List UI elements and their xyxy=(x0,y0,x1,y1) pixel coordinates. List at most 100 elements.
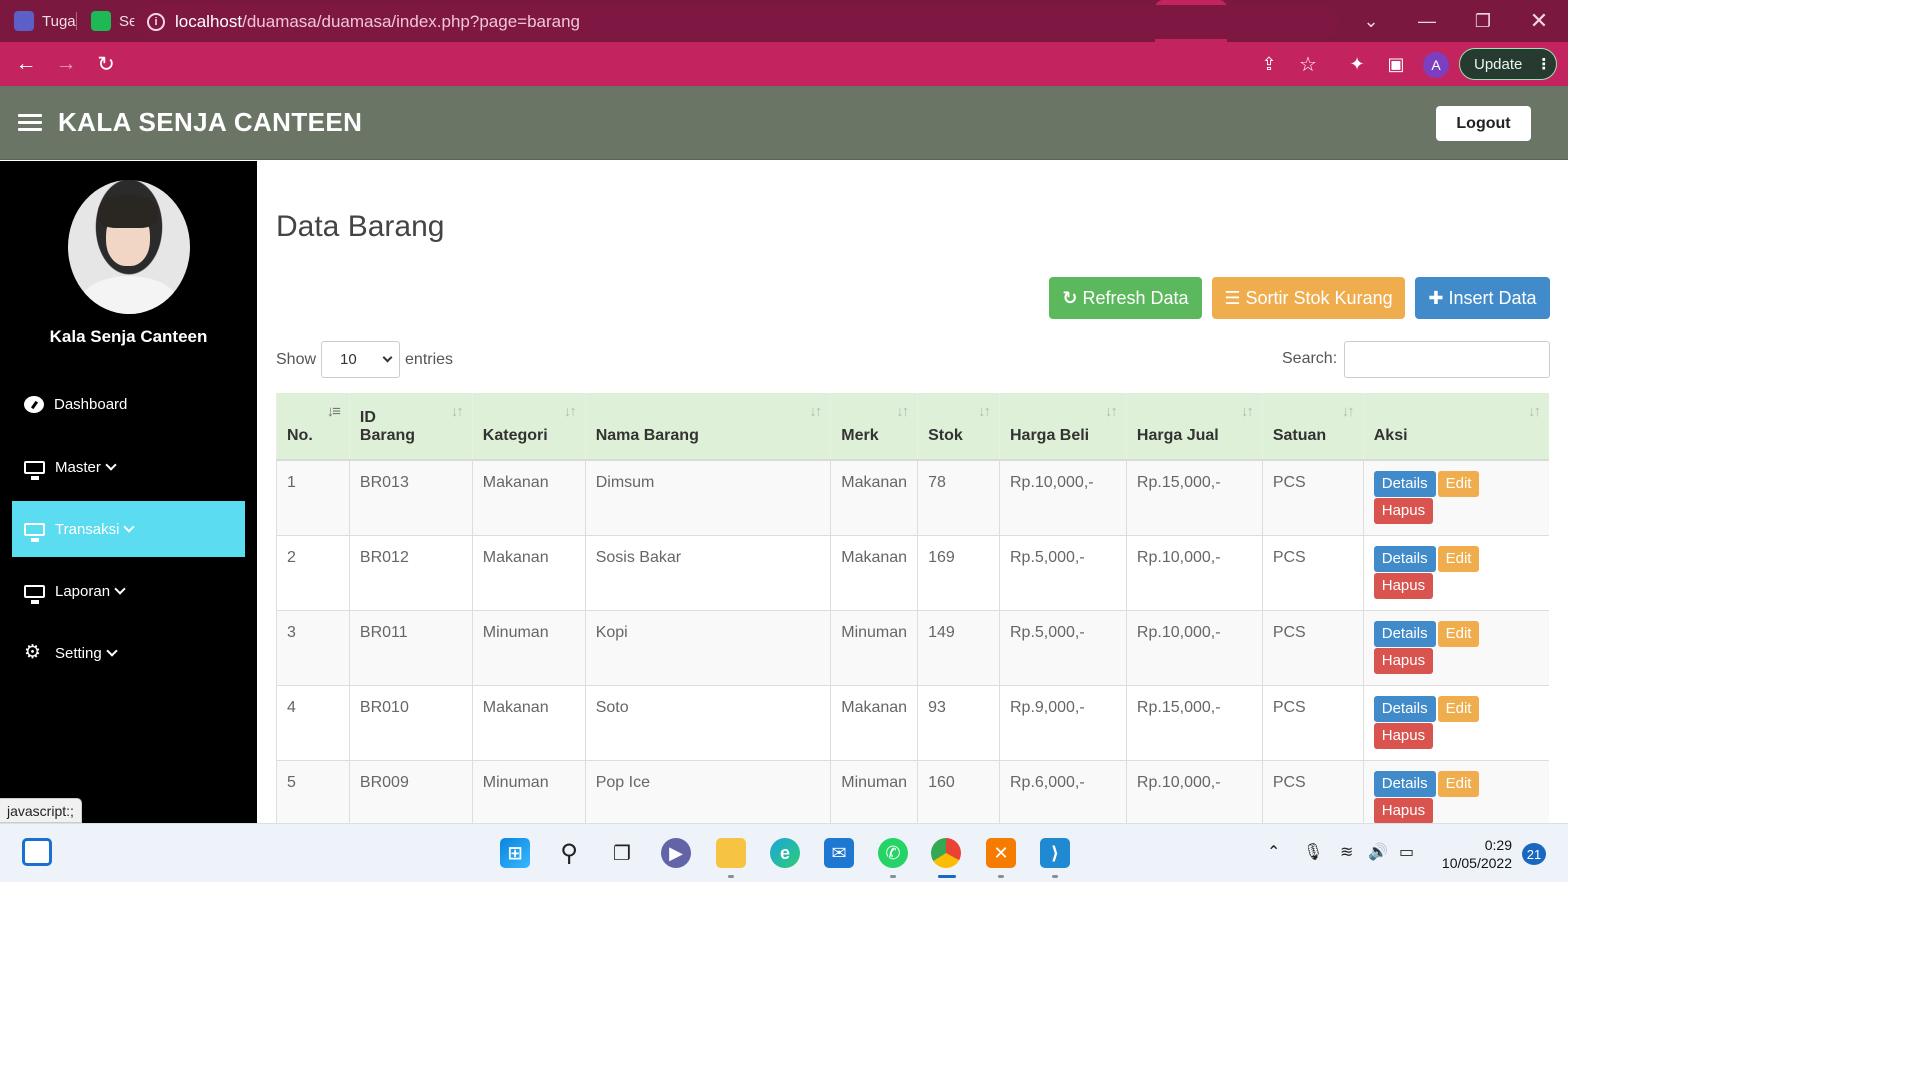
microphone-icon[interactable]: 🎙 xyxy=(1303,842,1323,862)
widgets-icon[interactable] xyxy=(22,838,52,866)
edit-button[interactable]: Edit xyxy=(1437,545,1480,572)
file-explorer-icon[interactable] xyxy=(716,838,746,868)
table-row: 3 BR011 Minuman Kopi Minuman 149 Rp.5,000,- Rp.… xyxy=(276,609,1549,685)
back-icon[interactable]: ← xyxy=(6,42,46,86)
edit-button[interactable]: Edit xyxy=(1437,770,1480,797)
cell-satuan: PCS xyxy=(1261,459,1364,535)
cell-harga-beli: Rp.9,000,- xyxy=(998,684,1127,760)
cell-satuan: PCS xyxy=(1261,684,1364,760)
delete-button[interactable]: Hapus xyxy=(1373,797,1434,823)
task-view-icon[interactable]: ❐ xyxy=(607,838,637,868)
delete-button[interactable]: Hapus xyxy=(1373,498,1434,524)
column-header[interactable]: Aksi ↓↑ xyxy=(1362,393,1549,461)
close-window-icon[interactable]: ✕ xyxy=(1511,0,1567,42)
sidebar-item-label: Dashboard xyxy=(54,395,128,413)
delete-button[interactable]: Hapus xyxy=(1373,647,1434,674)
column-header[interactable]: Nama Barang ↓↑ xyxy=(584,393,831,461)
delete-button[interactable]: Hapus xyxy=(1373,572,1434,599)
whatsapp-icon[interactable]: ✆ xyxy=(878,838,908,868)
details-button[interactable]: Details xyxy=(1373,545,1436,572)
column-header[interactable]: No. ↓≡ xyxy=(276,393,350,461)
bookmark-star-icon[interactable]: ☆ xyxy=(1295,51,1321,77)
brand-title: KALA SENJA CANTEEN xyxy=(58,107,363,137)
column-header[interactable]: Satuan ↓↑ xyxy=(1261,393,1364,461)
entries-label: entries xyxy=(405,350,454,368)
sidebar-item-dashboard[interactable]: Dashboard xyxy=(12,376,245,432)
column-header[interactable]: Harga Jual ↓↑ xyxy=(1125,393,1263,461)
update-button[interactable]: Update ⋮ xyxy=(1459,48,1557,80)
menu-dots-icon[interactable]: ⋮ xyxy=(1536,55,1551,73)
cell-aksi: Details Edit Hapus xyxy=(1362,684,1549,760)
edit-button[interactable]: Edit xyxy=(1437,471,1480,497)
monitor-icon xyxy=(24,460,45,480)
search-icon[interactable]: ⚲ xyxy=(554,838,584,868)
forward-icon[interactable]: → xyxy=(46,42,86,86)
vscode-icon[interactable]: ⟩ xyxy=(1040,838,1070,868)
reload-icon[interactable]: ↻ xyxy=(86,42,126,86)
column-header[interactable]: Harga Beli ↓↑ xyxy=(998,393,1127,461)
column-header[interactable]: Stok ↓↑ xyxy=(917,393,1000,461)
sidebar-item-laporan[interactable]: Laporan xyxy=(12,563,245,619)
chevron-down-icon xyxy=(382,352,393,363)
chevron-up-icon[interactable]: ⌃ xyxy=(1267,842,1280,862)
restore-icon[interactable]: ❐ xyxy=(1455,0,1511,42)
cell-aksi: Details Edit Hapus xyxy=(1362,609,1549,685)
details-button[interactable]: Details xyxy=(1373,620,1436,647)
minimize-icon[interactable]: — xyxy=(1399,0,1455,42)
details-button[interactable]: Details xyxy=(1373,471,1436,497)
column-header[interactable]: Kategori ↓↑ xyxy=(471,393,586,461)
column-header[interactable]: Merk ↓↑ xyxy=(830,393,918,461)
details-button[interactable]: Details xyxy=(1373,695,1436,722)
logout-button[interactable]: Logout xyxy=(1436,106,1531,141)
edge-icon[interactable]: e xyxy=(770,838,800,868)
sort-low-stock-button[interactable]: ☰ Sortir Stok Kurang xyxy=(1212,277,1405,319)
gear-icon: ⚙ xyxy=(24,642,42,663)
column-header-label: Satuan xyxy=(1272,427,1327,444)
mail-icon[interactable]: ✉ xyxy=(824,838,854,868)
volume-icon[interactable]: 🔊 xyxy=(1368,842,1388,862)
sidebar-item-setting[interactable]: ⚙ Setting xyxy=(12,625,245,681)
cell-kategori: Makanan xyxy=(471,534,586,610)
details-button[interactable]: Details xyxy=(1373,770,1436,797)
xampp-icon[interactable]: ✕ xyxy=(986,838,1016,868)
share-icon[interactable]: ⇪ xyxy=(1256,51,1282,77)
entries-control: Show 10 entries xyxy=(276,341,453,378)
sidebar-item-master[interactable]: Master xyxy=(12,439,245,495)
cell-kategori: Minuman xyxy=(471,609,586,685)
entries-select[interactable]: 10 xyxy=(321,341,401,378)
start-icon[interactable]: ⊞ xyxy=(500,838,530,868)
cell-harga-jual: Rp.15,000,- xyxy=(1125,459,1263,535)
hamburger-menu-icon[interactable] xyxy=(18,110,42,135)
side-panel-icon[interactable]: ▣ xyxy=(1383,51,1409,77)
sort-icon: ↓↑ xyxy=(1528,403,1541,420)
edit-button[interactable]: Edit xyxy=(1437,695,1480,722)
sidebar-item-label: Setting xyxy=(55,644,102,662)
column-header-label: No. xyxy=(287,427,313,444)
teams-icon[interactable]: ▶ xyxy=(661,838,691,868)
cell-kategori: Makanan xyxy=(471,684,586,760)
sidebar: Kala Senja Canteen Dashboard Master Tran… xyxy=(0,161,257,823)
column-header[interactable]: ID Barang ↓↑ xyxy=(348,393,473,461)
search-input[interactable] xyxy=(1344,341,1550,378)
battery-icon[interactable]: ▭ xyxy=(1399,842,1414,862)
profile-avatar[interactable]: A xyxy=(1423,52,1449,78)
address-bar[interactable]: i localhost/duamasa/duamasa/index.php?pa… xyxy=(134,5,1340,39)
insert-data-button[interactable]: ✚ Insert Data xyxy=(1415,277,1550,319)
wifi-icon[interactable]: ≋ xyxy=(1340,842,1353,862)
system-clock[interactable]: 0:29 10/05/2022 xyxy=(1428,836,1512,872)
update-label: Update xyxy=(1474,55,1523,73)
site-info-icon[interactable]: i xyxy=(147,13,165,31)
chrome-icon[interactable] xyxy=(931,838,961,868)
cell-nama: Soto xyxy=(584,684,831,760)
tab-search-icon[interactable]: ⌄ xyxy=(1343,0,1399,42)
sidebar-username: Kala Senja Canteen xyxy=(49,327,208,346)
delete-button[interactable]: Hapus xyxy=(1373,722,1434,749)
entries-select-value: 10 xyxy=(340,351,357,368)
column-header-label: ID xyxy=(359,409,376,426)
notification-badge[interactable]: 21 xyxy=(1522,843,1546,865)
extensions-icon[interactable]: ✦ xyxy=(1344,51,1370,77)
edit-button[interactable]: Edit xyxy=(1437,620,1480,647)
refresh-data-button[interactable]: ↻ Refresh Data xyxy=(1049,277,1202,319)
browser-tab[interactable]: Tuga xyxy=(0,0,77,42)
sidebar-item-transaksi[interactable]: Transaksi xyxy=(12,501,245,557)
